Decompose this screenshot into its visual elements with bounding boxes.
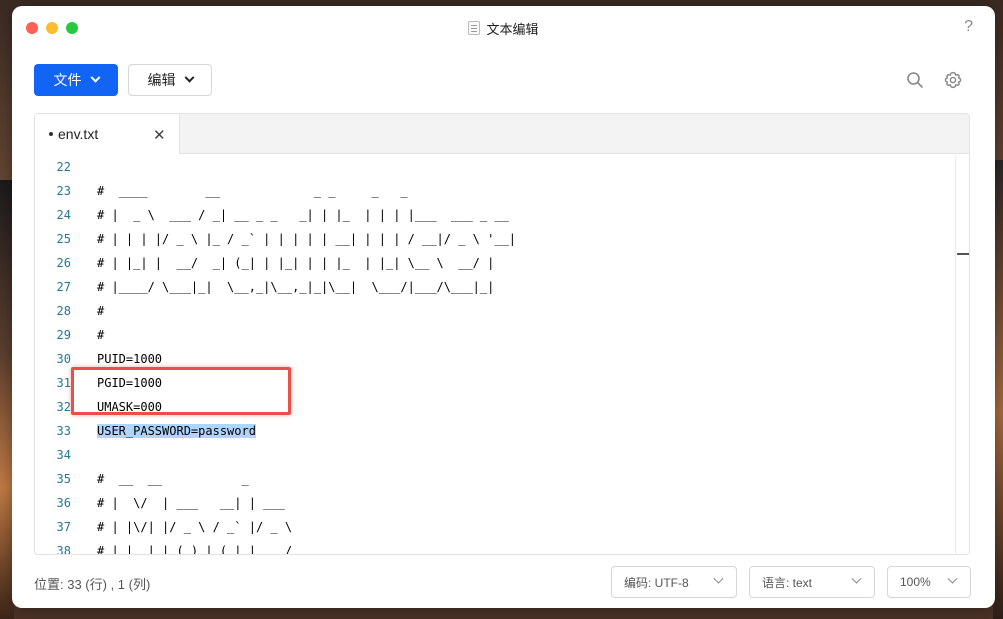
line-text: PUID=1000: [97, 352, 163, 366]
line-number: 32: [56, 400, 71, 414]
text-editor-window: 文本编辑 ? 文件 编辑 env.txt ✕ 22 23 # ____ __ _…: [12, 6, 995, 608]
code-line[interactable]: 28 #: [35, 299, 955, 323]
line-number: 30: [56, 352, 71, 366]
line-number: 22: [56, 160, 71, 174]
modified-indicator: [49, 132, 53, 136]
window-controls: [26, 22, 78, 34]
line-number: 38: [56, 544, 71, 554]
code-line[interactable]: 33 USER_PASSWORD=password: [35, 419, 955, 443]
code-line[interactable]: 26 # | |_| | __/ _| (_| | |_| | | |_ | |_…: [35, 251, 955, 275]
status-bar: 位置: 33 (行) , 1 (列) 编码: UTF-8 语言: text 10…: [34, 566, 973, 598]
language-value: 语言: text: [762, 575, 813, 590]
code-line[interactable]: 35 # __ __ _: [35, 467, 955, 491]
language-select[interactable]: 语言: text: [749, 566, 875, 598]
code-editor[interactable]: 22 23 # ____ __ _ _ _ _ 24 # | _ \ ___ / _| …: [35, 155, 955, 554]
code-line[interactable]: 25 # | | | |/ _ \ |_ / _` | | | | | __| |…: [35, 227, 955, 251]
line-number: 26: [56, 256, 71, 270]
maximize-window-button[interactable]: [66, 22, 78, 34]
line-number: 25: [56, 232, 71, 246]
cursor-position: 位置: 33 (行) , 1 (列): [34, 577, 151, 592]
help-button[interactable]: ?: [964, 18, 973, 36]
selected-line-text: USER_PASSWORD=password: [97, 424, 256, 438]
line-number: 27: [56, 280, 71, 294]
code-line[interactable]: 29 #: [35, 323, 955, 347]
line-number: 29: [56, 328, 71, 342]
line-text: # | \/ | ___ __| | ___: [97, 496, 285, 510]
tab-close-icon[interactable]: ✕: [153, 126, 166, 144]
line-text: # ____ __ _ _ _ _: [97, 184, 408, 198]
document-icon: [468, 21, 481, 35]
minimize-window-button[interactable]: [46, 22, 58, 34]
close-window-button[interactable]: [26, 22, 38, 34]
line-text: # | | | | (_) | (_| | __/: [97, 544, 293, 554]
search-icon[interactable]: [905, 70, 925, 90]
line-number: 24: [56, 208, 71, 222]
encoding-select[interactable]: 编码: UTF-8: [611, 566, 737, 598]
line-number: 23: [56, 184, 71, 198]
chevron-down-icon: [184, 72, 194, 83]
window-title-text: 文本编辑: [486, 21, 539, 37]
zoom-value: 100%: [900, 575, 931, 589]
line-number: 33: [56, 424, 71, 438]
chevron-down-icon: [90, 72, 100, 83]
code-line[interactable]: 22: [35, 155, 955, 179]
chevron-down-icon: [947, 573, 958, 584]
line-number: 34: [56, 448, 71, 462]
line-text: # | | | |/ _ \ |_ / _` | | | | | __| | |…: [97, 232, 517, 246]
chevron-down-icon: [713, 573, 724, 584]
title-bar: 文本编辑 ?: [12, 6, 995, 50]
code-line[interactable]: 23 # ____ __ _ _ _ _: [35, 179, 955, 203]
line-text: # | |_| | __/ _| (_| | |_| | | |_ | |_| …: [97, 256, 495, 270]
line-text: # | |\/| |/ _ \ / _` |/ _ \: [97, 520, 293, 534]
scrollbar-position-marker: [957, 253, 969, 255]
code-line[interactable]: 38 # | | | | (_) | (_| | __/: [35, 539, 955, 554]
line-text: #: [97, 304, 105, 318]
code-line[interactable]: 36 # | \/ | ___ __| | ___: [35, 491, 955, 515]
code-line[interactable]: 24 # | _ \ ___ / _| __ _ _ _| | |_ | | | …: [35, 203, 955, 227]
line-number: 37: [56, 520, 71, 534]
line-number: 28: [56, 304, 71, 318]
file-menu-label: 文件: [53, 72, 82, 88]
editor-panel: env.txt ✕ 22 23 # ____ __ _ _ _ _ 24 # | _ \…: [34, 113, 970, 555]
gear-icon[interactable]: [943, 70, 963, 90]
line-number: 31: [56, 376, 71, 390]
line-text: # |____/ \___|_| \__,_|\__,_|_|\__| \___…: [97, 280, 495, 294]
line-number: 35: [56, 472, 71, 486]
code-line[interactable]: 27 # |____/ \___|_| \__,_|\__,_|_|\__| \_…: [35, 275, 955, 299]
zoom-select[interactable]: 100%: [887, 566, 971, 598]
file-menu-button[interactable]: 文件: [34, 64, 118, 96]
toolbar: 文件 编辑: [34, 64, 973, 96]
line-text: #: [97, 328, 105, 342]
tab-bar: env.txt ✕: [35, 114, 969, 154]
line-text: # __ __ _: [97, 472, 249, 486]
line-text: # | _ \ ___ / _| __ _ _ _| | |_ | | | |_…: [97, 208, 509, 222]
encoding-value: 编码: UTF-8: [624, 575, 689, 590]
edit-menu-label: 编辑: [147, 72, 176, 88]
edit-menu-button[interactable]: 编辑: [128, 64, 212, 96]
annotation-highlight-box: [71, 367, 291, 415]
line-number: 36: [56, 496, 71, 510]
code-line[interactable]: 37 # | |\/| |/ _ \ / _` |/ _ \: [35, 515, 955, 539]
window-title: 文本编辑: [468, 19, 539, 38]
vertical-scrollbar[interactable]: [955, 155, 969, 554]
tab-label: env.txt: [58, 126, 99, 142]
code-line[interactable]: 34: [35, 443, 955, 467]
chevron-down-icon: [851, 573, 862, 584]
